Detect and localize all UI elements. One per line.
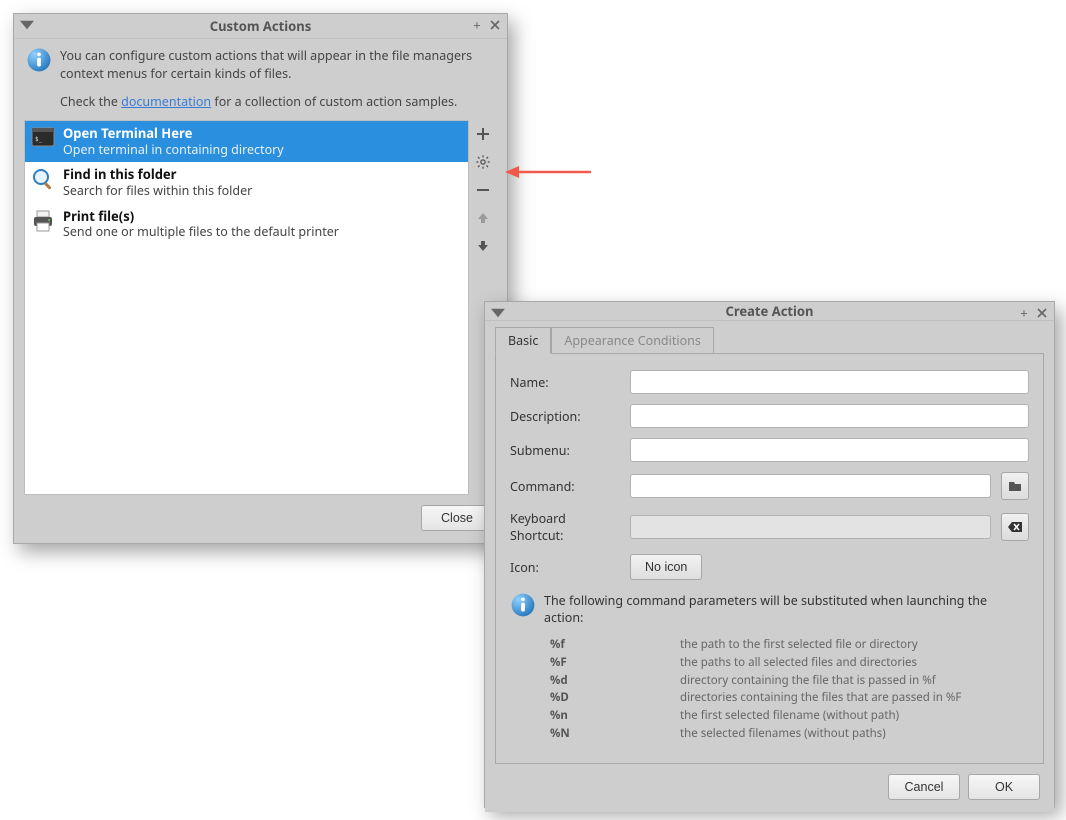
documentation-link[interactable]: documentation: [121, 93, 211, 110]
printer-icon: [31, 209, 55, 233]
ok-button[interactable]: OK: [968, 774, 1040, 800]
action-list[interactable]: $_ Open Terminal Here Open terminal in c…: [24, 120, 469, 495]
move-down-button[interactable]: [473, 236, 493, 256]
action-item-print[interactable]: Print file(s) Send one or multiple files…: [25, 204, 468, 245]
tabbar: Basic Appearance Conditions: [495, 327, 1044, 353]
window-title: Custom Actions: [14, 17, 507, 35]
action-title: Open Terminal Here: [63, 125, 284, 142]
svg-text:$_: $_: [35, 136, 43, 143]
terminal-icon: $_: [31, 126, 55, 150]
submenu-input[interactable]: [630, 438, 1029, 462]
gear-icon[interactable]: [473, 152, 493, 172]
param-table: %fthe path to the first selected file or…: [550, 636, 1029, 743]
action-desc: Open terminal in containing directory: [63, 142, 284, 158]
create-action-window: Create Action + Basic Appearance Conditi…: [484, 301, 1055, 808]
window-menu-icon[interactable]: [491, 306, 505, 320]
command-input[interactable]: [630, 474, 991, 498]
action-desc: Send one or multiple files to the defaul…: [63, 224, 339, 240]
icon-label: Icon:: [510, 559, 620, 576]
tab-panel-basic: Name: Description: Submenu: Command: Key…: [495, 353, 1044, 764]
doc-line: Check the documentation for a collection…: [60, 93, 497, 110]
action-title: Print file(s): [63, 208, 339, 225]
name-label: Name:: [510, 374, 620, 391]
name-input[interactable]: [630, 370, 1029, 394]
shortcut-input[interactable]: [630, 515, 991, 539]
info-text: You can configure custom actions that wi…: [60, 47, 497, 83]
window-maximize-icon[interactable]: +: [1016, 305, 1032, 321]
close-button[interactable]: Close: [421, 505, 493, 531]
window-menu-icon[interactable]: [20, 18, 34, 32]
params-intro: The following command parameters will be…: [544, 592, 1029, 626]
tab-appearance-conditions[interactable]: Appearance Conditions: [551, 327, 714, 354]
add-action-button[interactable]: [473, 124, 493, 144]
annotation-arrow: [503, 162, 593, 182]
titlebar: Create Action +: [485, 302, 1054, 321]
action-desc: Search for files within this folder: [63, 183, 252, 199]
description-label: Description:: [510, 408, 620, 425]
cancel-button[interactable]: Cancel: [888, 774, 960, 800]
window-close-icon[interactable]: [1034, 305, 1050, 321]
icon-picker-button[interactable]: No icon: [630, 554, 702, 580]
command-label: Command:: [510, 478, 620, 495]
info-icon: [26, 47, 52, 73]
action-item-open-terminal[interactable]: $_ Open Terminal Here Open terminal in c…: [25, 121, 468, 162]
remove-action-button[interactable]: [473, 180, 493, 200]
info-icon: [510, 592, 534, 616]
search-icon: [31, 167, 55, 191]
titlebar: Custom Actions +: [14, 14, 507, 39]
action-title: Find in this folder: [63, 166, 252, 183]
window-maximize-icon[interactable]: +: [469, 17, 485, 33]
action-item-find[interactable]: Find in this folder Search for files wit…: [25, 162, 468, 203]
window-title: Create Action: [485, 302, 1054, 320]
shortcut-label: Keyboard Shortcut:: [510, 510, 620, 544]
browse-command-button[interactable]: [1001, 472, 1029, 500]
window-close-icon[interactable]: [487, 17, 503, 33]
submenu-label: Submenu:: [510, 442, 620, 459]
custom-actions-window: Custom Actions + You can configure custo…: [13, 13, 508, 544]
description-input[interactable]: [630, 404, 1029, 428]
move-up-button[interactable]: [473, 208, 493, 228]
clear-shortcut-button[interactable]: [1001, 513, 1029, 541]
tab-basic[interactable]: Basic: [495, 327, 551, 354]
